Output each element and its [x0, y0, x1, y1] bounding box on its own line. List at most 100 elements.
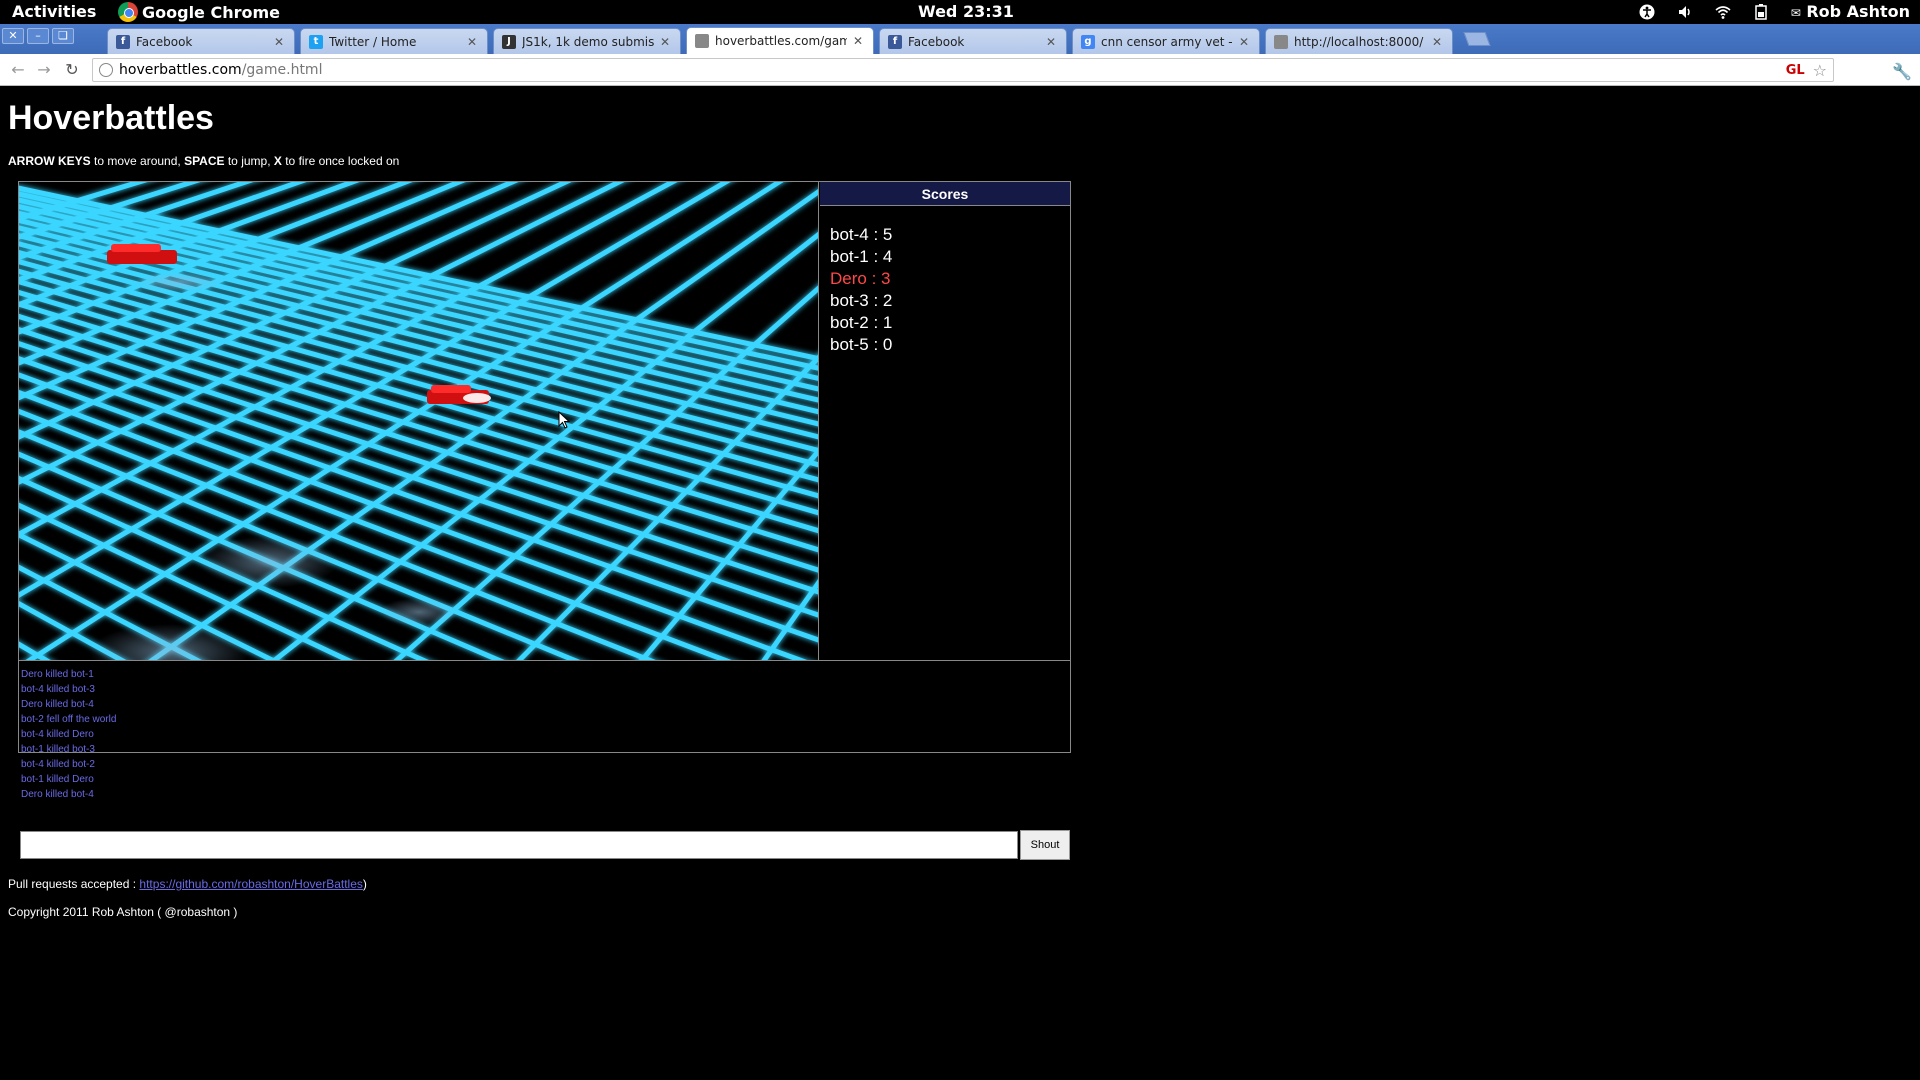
log-entry: Dero killed bot-1 — [21, 669, 94, 680]
battery-icon[interactable] — [1753, 3, 1769, 20]
browser-tab[interactable]: http://localhost:8000/ is n ✕ — [1265, 28, 1453, 54]
facebook-icon: f — [116, 34, 130, 49]
pull-requests-label: Pull requests accepted : — [8, 877, 140, 891]
browser-toolbar: ← → ↻ hoverbattles.com/game.html GL ☆ 🔧 — [0, 54, 1920, 86]
shout-input[interactable] — [20, 831, 1018, 859]
chat-status-icon: ✉ — [1790, 6, 1801, 20]
url-host: hoverbattles.com — [119, 62, 242, 78]
copyright-text: Copyright 2011 Rob Ashton ( @robashton ) — [8, 905, 238, 919]
page-content: Hoverbattles ARROW KEYS to move around, … — [0, 87, 1920, 1080]
app-menu[interactable]: Google Chrome — [118, 2, 280, 22]
score-entry: bot-2 : 1 — [830, 313, 893, 332]
globe-icon — [695, 34, 709, 48]
log-entry: Dero killed bot-4 — [21, 789, 94, 800]
forward-arrow-icon[interactable]: → — [34, 60, 54, 80]
instructions-text-1: to move around, — [90, 154, 185, 168]
wifi-icon[interactable] — [1715, 4, 1731, 20]
twitter-icon: t — [309, 34, 323, 49]
mouse-cursor-icon — [558, 411, 570, 429]
globe-icon — [1274, 34, 1288, 49]
scores-list: bot-4 : 5 bot-1 : 4 Dero : 3 bot-3 : 2 bot-2… — [820, 206, 1070, 356]
system-tray: ✉ Rob Ashton — [1639, 2, 1910, 21]
tab-close-icon[interactable]: ✕ — [851, 34, 865, 48]
log-entry: bot-4 killed Dero — [21, 729, 94, 740]
tab-close-icon[interactable]: ✕ — [1044, 35, 1058, 49]
chrome-logo-icon — [118, 2, 138, 22]
tab-title: Facebook — [908, 34, 965, 49]
user-name: Rob Ashton — [1806, 2, 1910, 21]
window-minimize-icon[interactable]: – — [27, 28, 49, 44]
score-entry: bot-1 : 4 — [830, 247, 893, 266]
game-canvas[interactable] — [19, 182, 819, 660]
event-log: Dero killed bot-1 bot-4 killed bot-3 Dero … — [19, 660, 1070, 830]
new-tab-button[interactable] — [1463, 32, 1491, 46]
tab-title: hoverbattles.com/game.h — [715, 34, 847, 48]
game-container: Scores bot-4 : 5 bot-1 : 4 Dero : 3 bot-3 :… — [18, 181, 1071, 860]
controls-instructions: ARROW KEYS to move around, SPACE to jump… — [8, 154, 399, 168]
google-icon: g — [1081, 34, 1095, 49]
browser-tab[interactable]: g cnn censor army vet - Goo ✕ — [1072, 28, 1260, 54]
url-path: /game.html — [241, 62, 323, 78]
webgl-badge-icon[interactable]: GL — [1786, 63, 1805, 78]
tab-close-icon[interactable]: ✕ — [1430, 35, 1444, 49]
browser-tab[interactable]: f Facebook ✕ — [107, 28, 295, 54]
log-entry: Dero killed bot-4 — [21, 699, 94, 710]
tab-close-icon[interactable]: ✕ — [465, 35, 479, 49]
score-entry: Dero : 3 — [830, 269, 891, 288]
log-entry: bot-4 killed bot-3 — [21, 684, 95, 695]
page-info-icon[interactable] — [99, 63, 113, 77]
dust-trail — [199, 536, 339, 588]
js1k-icon: J — [502, 34, 516, 49]
score-entry: bot-4 : 5 — [830, 225, 893, 244]
address-bar[interactable]: hoverbattles.com/game.html GL ☆ — [92, 58, 1834, 82]
pull-requests-suffix: ) — [362, 877, 367, 891]
page-title: Hoverbattles — [8, 99, 214, 137]
back-arrow-icon[interactable]: ← — [8, 60, 28, 80]
app-name: Google Chrome — [142, 2, 281, 22]
github-link[interactable]: https://github.com/robashton/HoverBattle… — [139, 877, 362, 891]
tab-close-icon[interactable]: ✕ — [272, 35, 286, 49]
tab-close-icon[interactable]: ✕ — [1237, 35, 1251, 49]
tab-title: Twitter / Home — [329, 34, 417, 49]
dust-trail — [134, 272, 224, 292]
window-restore-icon[interactable]: ❏ — [52, 28, 74, 44]
clock[interactable]: Wed 23:31 — [918, 2, 1014, 21]
user-menu[interactable]: ✉ Rob Ashton — [1791, 2, 1910, 21]
tab-title: JS1k, 1k demo submission — [522, 34, 654, 49]
dust-trail — [89, 624, 249, 660]
tab-title: Facebook — [136, 34, 193, 49]
volume-icon[interactable] — [1677, 4, 1693, 20]
log-entry: bot-4 killed bot-2 — [21, 759, 95, 770]
scores-header: Scores — [820, 182, 1070, 206]
browser-tab[interactable]: J JS1k, 1k demo submission ✕ — [493, 28, 681, 54]
shout-button[interactable]: Shout — [1020, 830, 1070, 860]
key-x: X — [273, 154, 282, 168]
log-entry: bot-2 fell off the world — [21, 714, 117, 725]
score-entry: bot-5 : 0 — [830, 335, 893, 354]
window-close-icon[interactable]: ✕ — [2, 28, 24, 44]
wrench-menu-icon[interactable]: 🔧 — [1892, 62, 1912, 81]
accessibility-icon[interactable] — [1639, 4, 1655, 20]
activities-button[interactable]: Activities — [12, 2, 96, 21]
log-entry: bot-1 killed Dero — [21, 774, 94, 785]
shout-bar: Shout — [19, 830, 1070, 860]
dust-trail — [379, 598, 459, 626]
key-space: SPACE — [184, 154, 225, 168]
tab-close-icon[interactable]: ✕ — [658, 35, 672, 49]
facebook-icon: f — [888, 34, 902, 49]
browser-tab[interactable]: hoverbattles.com/game.h ✕ — [686, 27, 874, 54]
window-controls: ✕ – ❏ — [2, 28, 74, 44]
bookmark-star-icon[interactable]: ☆ — [1813, 61, 1827, 80]
system-top-bar: Activities Google Chrome Wed 23:31 ✉ Rob… — [0, 0, 1920, 24]
browser-tab[interactable]: t Twitter / Home ✕ — [300, 28, 488, 54]
log-entry: bot-1 killed bot-3 — [21, 744, 95, 755]
pull-requests-note: Pull requests accepted : https://github.… — [8, 877, 367, 891]
reload-icon[interactable]: ↻ — [62, 60, 82, 80]
tab-title: http://localhost:8000/ is n — [1294, 34, 1426, 49]
scores-panel: Scores bot-4 : 5 bot-1 : 4 Dero : 3 bot-3 :… — [820, 182, 1070, 660]
key-arrow-keys: ARROW KEYS — [8, 154, 91, 168]
browser-tab[interactable]: f Facebook ✕ — [879, 28, 1067, 54]
instructions-text-3: to fire once locked on — [281, 154, 400, 168]
tab-title: cnn censor army vet - Goo — [1101, 34, 1233, 49]
score-entry: bot-3 : 2 — [830, 291, 893, 310]
